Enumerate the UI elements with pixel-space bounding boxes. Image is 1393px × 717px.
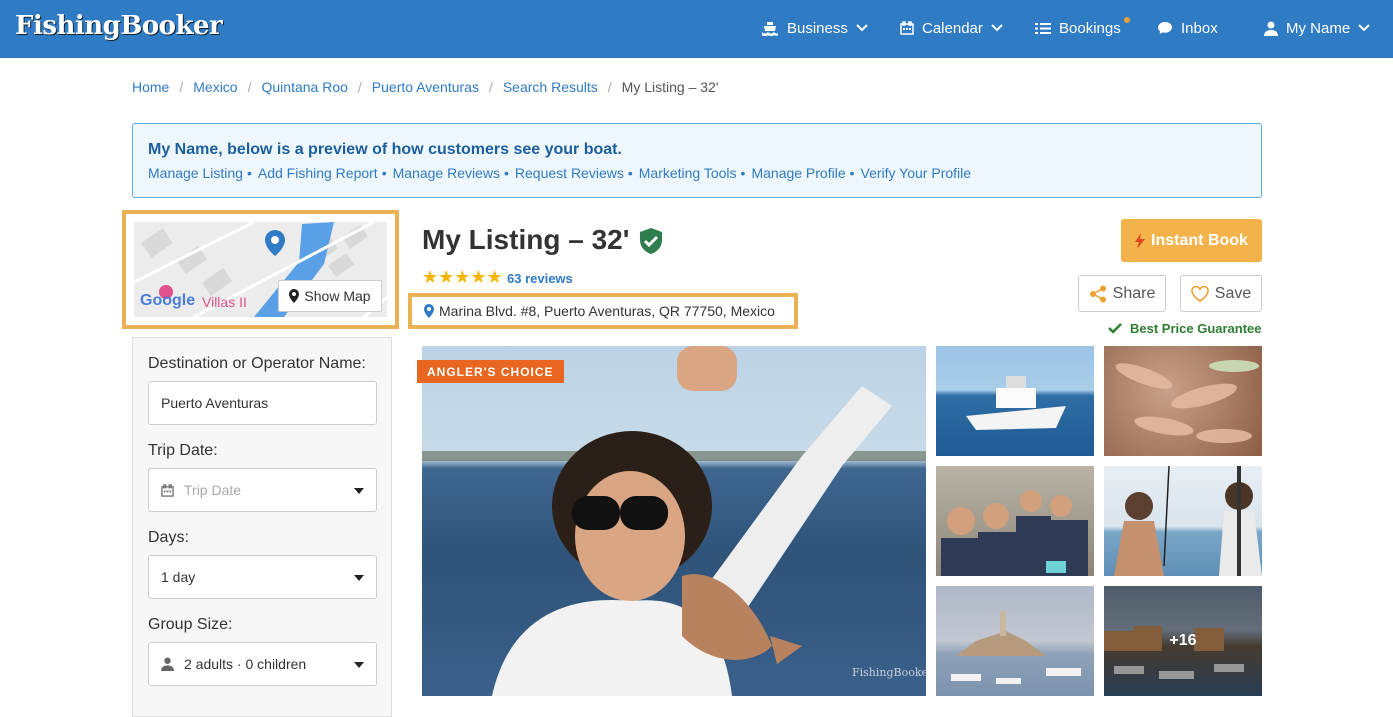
breadcrumb-quintana-roo[interactable]: Quintana Roo bbox=[262, 79, 348, 95]
breadcrumb-mexico[interactable]: Mexico bbox=[193, 79, 237, 95]
calendar-icon bbox=[161, 483, 174, 497]
fishingbooker-logo[interactable]: FishingBooker bbox=[15, 11, 223, 41]
nav-account-label: My Name bbox=[1286, 19, 1351, 37]
destination-value: Puerto Aventuras bbox=[161, 395, 269, 411]
map-highlight: Google Villas II Show Map bbox=[122, 210, 399, 329]
listing-title: My Listing – 32' bbox=[422, 224, 630, 255]
photo-thumbnail-angler[interactable] bbox=[1104, 466, 1262, 576]
photo-watermark: FishingBooker bbox=[852, 666, 926, 679]
best-price-guarantee: Best Price Guarantee bbox=[1108, 321, 1262, 336]
group-size-label: Group Size: bbox=[148, 616, 233, 633]
verified-shield-icon bbox=[640, 228, 662, 254]
location-map[interactable]: Google Villas II Show Map bbox=[134, 222, 387, 317]
guarantee-label: Best Price Guarantee bbox=[1130, 321, 1262, 336]
days-label: Days: bbox=[148, 529, 189, 546]
link-manage-reviews[interactable]: Manage Reviews bbox=[393, 165, 500, 181]
link-add-fishing-report[interactable]: Add Fishing Report bbox=[258, 165, 378, 181]
rating-stars: ★★★★★ bbox=[422, 267, 503, 287]
address-text: Marina Blvd. #8, Puerto Aventuras, QR 77… bbox=[439, 303, 775, 319]
preview-links: Manage Listing • Add Fishing Report • Mana… bbox=[148, 165, 972, 181]
share-icon bbox=[1089, 285, 1106, 302]
photo-thumbnail-fish-catch[interactable] bbox=[1104, 346, 1262, 456]
group-size-select[interactable]: 2 adults · 0 children bbox=[148, 642, 377, 686]
link-request-reviews[interactable]: Request Reviews bbox=[515, 165, 624, 181]
trip-date-label: Trip Date: bbox=[148, 442, 218, 459]
nav-inbox-label: Inbox bbox=[1181, 19, 1218, 37]
chevron-down-icon bbox=[1358, 24, 1370, 32]
chat-icon bbox=[1158, 22, 1172, 34]
destination-input[interactable]: Puerto Aventuras bbox=[148, 381, 377, 425]
nav-bookings[interactable]: Bookings bbox=[1035, 18, 1121, 38]
heart-icon bbox=[1190, 285, 1209, 302]
days-value: 1 day bbox=[161, 569, 196, 585]
nav-business[interactable]: Business bbox=[761, 18, 868, 38]
caret-down-icon bbox=[354, 488, 364, 494]
notification-dot bbox=[1124, 17, 1130, 23]
breadcrumb-search-results[interactable]: Search Results bbox=[503, 79, 598, 95]
photo-thumbnail-marina[interactable]: +16 bbox=[1104, 586, 1262, 696]
breadcrumb-home[interactable]: Home bbox=[132, 79, 169, 95]
instant-book-button[interactable]: Instant Book bbox=[1121, 219, 1262, 262]
instant-book-label: Instant Book bbox=[1151, 231, 1248, 249]
caret-down-icon bbox=[354, 662, 364, 668]
save-label: Save bbox=[1214, 284, 1252, 302]
nav-bookings-label: Bookings bbox=[1059, 19, 1121, 37]
map-poi-label: Villas II bbox=[202, 294, 247, 310]
share-label: Share bbox=[1112, 284, 1156, 302]
trip-date-select[interactable]: Trip Date bbox=[148, 468, 377, 512]
list-icon bbox=[1035, 22, 1051, 34]
chevron-down-icon bbox=[856, 24, 868, 32]
nav-account[interactable]: My Name bbox=[1264, 18, 1370, 38]
anglers-choice-badge: ANGLER'S CHOICE bbox=[417, 360, 564, 383]
nav-calendar-label: Calendar bbox=[922, 19, 983, 37]
breadcrumb: Home / Mexico / Quintana Roo / Puerto Avent… bbox=[132, 79, 719, 95]
boat-icon bbox=[762, 22, 778, 36]
reviews-link[interactable]: 63 reviews bbox=[507, 271, 573, 286]
address-highlight: Marina Blvd. #8, Puerto Aventuras, QR 77… bbox=[408, 293, 798, 329]
more-photos-overlay[interactable]: +16 bbox=[1104, 586, 1262, 696]
search-sidebar: Destination or Operator Name: Puerto Ave… bbox=[132, 337, 392, 717]
link-manage-listing[interactable]: Manage Listing bbox=[148, 165, 243, 181]
top-navbar: FishingBooker Business Calendar Bookings… bbox=[0, 0, 1393, 58]
trip-date-placeholder: Trip Date bbox=[184, 482, 242, 498]
chevron-down-icon bbox=[991, 24, 1003, 32]
photo-thumbnail-boat[interactable] bbox=[936, 346, 1094, 456]
map-marker-icon bbox=[424, 304, 434, 318]
show-map-button[interactable]: Show Map bbox=[278, 280, 382, 312]
show-map-label: Show Map bbox=[304, 288, 371, 304]
group-size-value: 2 adults · 0 children bbox=[184, 656, 307, 672]
map-marker-icon bbox=[289, 289, 300, 303]
user-icon bbox=[161, 657, 174, 671]
preview-title: My Name, below is a preview of how custo… bbox=[148, 141, 622, 158]
preview-notice: My Name, below is a preview of how custo… bbox=[132, 123, 1262, 198]
nav-business-label: Business bbox=[787, 19, 848, 37]
nav-calendar[interactable]: Calendar bbox=[900, 18, 1003, 38]
save-button[interactable]: Save bbox=[1180, 275, 1262, 312]
calendar-icon bbox=[900, 21, 914, 35]
link-manage-profile[interactable]: Manage Profile bbox=[751, 165, 845, 181]
breadcrumb-puerto-aventuras[interactable]: Puerto Aventuras bbox=[372, 79, 479, 95]
check-icon bbox=[1108, 323, 1122, 334]
google-logo: Google bbox=[140, 292, 196, 309]
link-verify-profile[interactable]: Verify Your Profile bbox=[861, 165, 972, 181]
days-select[interactable]: 1 day bbox=[148, 555, 377, 599]
listing-address: Marina Blvd. #8, Puerto Aventuras, QR 77… bbox=[424, 303, 775, 319]
nav-inbox[interactable]: Inbox bbox=[1157, 18, 1218, 38]
share-button[interactable]: Share bbox=[1078, 275, 1166, 312]
link-marketing-tools[interactable]: Marketing Tools bbox=[639, 165, 737, 181]
user-icon bbox=[1264, 21, 1278, 36]
main-photo-graphic: FishingBooker bbox=[422, 346, 926, 696]
destination-label: Destination or Operator Name: bbox=[148, 355, 366, 372]
photo-thumbnail-group[interactable] bbox=[936, 466, 1094, 576]
main-photo[interactable]: FishingBooker bbox=[422, 346, 926, 696]
caret-down-icon bbox=[354, 575, 364, 581]
breadcrumb-current: My Listing – 32' bbox=[621, 79, 719, 95]
lightning-icon bbox=[1135, 232, 1146, 249]
photo-thumbnail-harbor-town[interactable] bbox=[936, 586, 1094, 696]
